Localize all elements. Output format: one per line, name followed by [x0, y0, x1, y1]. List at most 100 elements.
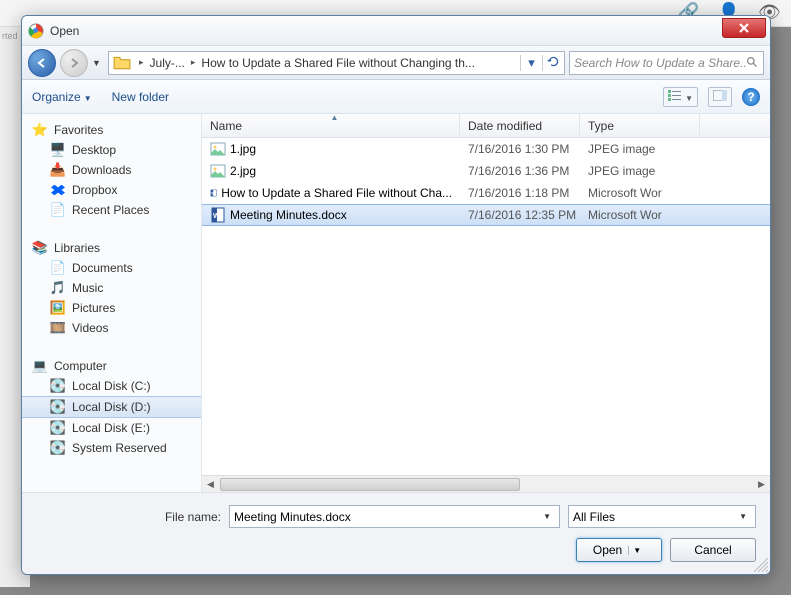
pictures-icon: 🖼️ — [50, 300, 66, 316]
file-row[interactable]: 2.jpg7/16/2016 1:36 PMJPEG image — [202, 160, 770, 182]
file-type-cell: JPEG image — [580, 164, 700, 178]
sidebar-item-videos[interactable]: 🎞️Videos — [22, 318, 201, 338]
sidebar-item-system-reserved[interactable]: 💽System Reserved — [22, 438, 201, 458]
dialog-title: Open — [50, 24, 79, 38]
file-name-cell: 1.jpg — [202, 141, 460, 157]
computer-group[interactable]: 💻 Computer — [22, 356, 201, 376]
arrow-right-icon — [68, 57, 80, 69]
sidebar-item-drive-e[interactable]: 💽Local Disk (E:) — [22, 418, 201, 438]
music-icon: 🎵 — [50, 280, 66, 296]
drive-icon: 💽 — [50, 440, 66, 456]
close-button[interactable] — [722, 18, 766, 38]
file-date-cell: 7/16/2016 1:18 PM — [460, 186, 580, 200]
cancel-button[interactable]: Cancel — [670, 538, 756, 562]
search-input[interactable]: Search How to Update a Share... — [569, 51, 764, 75]
sidebar-item-music[interactable]: 🎵Music — [22, 278, 201, 298]
filename-label: File name: — [36, 510, 221, 524]
scroll-right-button[interactable]: ▶ — [753, 476, 770, 492]
refresh-icon — [547, 55, 560, 68]
sort-ascending-icon: ▲ — [331, 114, 339, 122]
file-row[interactable]: 1.jpg7/16/2016 1:30 PMJPEG image — [202, 138, 770, 160]
sidebar-splitter[interactable] — [197, 114, 201, 492]
titlebar[interactable]: Open — [22, 16, 770, 46]
open-button[interactable]: Open▼ — [576, 538, 662, 562]
file-date-cell: 7/16/2016 1:36 PM — [460, 164, 580, 178]
svg-text:W: W — [211, 191, 214, 195]
sidebar-item-recent[interactable]: 📄Recent Places — [22, 200, 201, 220]
computer-icon: 💻 — [32, 358, 48, 374]
file-list-view: Name ▲ Date modified Type 1.jpg7/16/2016… — [202, 114, 770, 492]
chevron-right-icon[interactable]: ▸ — [135, 57, 148, 68]
sidebar-item-pictures[interactable]: 🖼️Pictures — [22, 298, 201, 318]
sidebar-item-dropbox[interactable]: Dropbox — [22, 180, 201, 200]
sidebar-item-documents[interactable]: 📄Documents — [22, 258, 201, 278]
sidebar-item-downloads[interactable]: 📥Downloads — [22, 160, 201, 180]
chrome-icon — [28, 23, 44, 39]
folder-icon — [113, 54, 131, 72]
scroll-left-button[interactable]: ◀ — [202, 476, 219, 492]
history-dropdown[interactable]: ▼ — [92, 58, 104, 68]
horizontal-scrollbar[interactable]: ◀ ▶ — [202, 475, 770, 492]
file-type-cell: Microsoft Wor — [580, 208, 700, 222]
navigation-tree: ⭐ Favorites 🖥️Desktop 📥Downloads Dropbox… — [22, 114, 202, 492]
libraries-group[interactable]: 📚 Libraries — [22, 238, 201, 258]
command-bar: Organize▼ New folder ▼ ? — [22, 80, 770, 114]
file-name-cell: WHow to Update a Shared File without Cha… — [202, 185, 460, 201]
search-placeholder: Search How to Update a Share... — [574, 56, 746, 70]
file-rows: 1.jpg7/16/2016 1:30 PMJPEG image2.jpg7/1… — [202, 138, 770, 475]
column-date-modified[interactable]: Date modified — [460, 114, 580, 137]
open-split-dropdown[interactable]: ▼ — [628, 546, 645, 555]
favorites-group[interactable]: ⭐ Favorites — [22, 120, 201, 140]
sidebar-item-desktop[interactable]: 🖥️Desktop — [22, 140, 201, 160]
dropbox-icon — [50, 182, 66, 198]
chevron-right-icon[interactable]: ▸ — [187, 57, 200, 68]
file-date-cell: 7/16/2016 1:30 PM — [460, 142, 580, 156]
column-name[interactable]: Name ▲ — [202, 114, 460, 137]
chevron-down-icon: ▼ — [735, 512, 751, 521]
forward-button[interactable] — [60, 49, 88, 77]
file-type-cell: Microsoft Wor — [580, 186, 700, 200]
svg-text:W: W — [213, 213, 220, 220]
file-row[interactable]: WMeeting Minutes.docx7/16/2016 12:35 PMM… — [202, 204, 770, 226]
breadcrumb-segment[interactable]: How to Update a Shared File without Chan… — [199, 56, 477, 70]
view-icon — [668, 90, 682, 101]
drive-icon: 💽 — [50, 420, 66, 436]
view-options-button[interactable]: ▼ — [663, 87, 698, 107]
file-name-cell: 2.jpg — [202, 163, 460, 179]
videos-icon: 🎞️ — [50, 320, 66, 336]
column-type[interactable]: Type — [580, 114, 700, 137]
desktop-icon: 🖥️ — [50, 142, 66, 158]
refresh-button[interactable] — [542, 55, 564, 71]
dialog-footer: File name: ▼ All Files ▼ Open▼ Cancel — [22, 492, 770, 574]
file-name-cell: WMeeting Minutes.docx — [202, 207, 460, 223]
preview-pane-icon — [713, 90, 727, 101]
resize-grip[interactable] — [754, 558, 768, 572]
filetype-filter[interactable]: All Files ▼ — [568, 505, 756, 528]
file-row[interactable]: WHow to Update a Shared File without Cha… — [202, 182, 770, 204]
breadcrumb-dropdown[interactable]: ▾ — [520, 55, 542, 71]
file-type-cell: JPEG image — [580, 142, 700, 156]
libraries-icon: 📚 — [32, 240, 48, 256]
search-icon — [746, 56, 759, 69]
breadcrumb-segment[interactable]: July-... — [148, 56, 187, 70]
drive-icon: 💽 — [50, 399, 66, 415]
downloads-icon: 📥 — [50, 162, 66, 178]
open-file-dialog: Open ▼ ▸ July-... ▸ How to Update a Shar… — [21, 15, 771, 575]
back-button[interactable] — [28, 49, 56, 77]
filename-input[interactable]: ▼ — [229, 505, 560, 528]
new-folder-button[interactable]: New folder — [112, 90, 169, 104]
column-headers: Name ▲ Date modified Type — [202, 114, 770, 138]
navigation-bar: ▼ ▸ July-... ▸ How to Update a Shared Fi… — [22, 46, 770, 80]
filename-dropdown[interactable]: ▼ — [539, 512, 555, 521]
help-button[interactable]: ? — [742, 88, 760, 106]
arrow-left-icon — [36, 57, 48, 69]
scrollbar-thumb[interactable] — [220, 478, 520, 491]
filename-field[interactable] — [234, 510, 539, 524]
preview-pane-button[interactable] — [708, 87, 732, 107]
address-bar[interactable]: ▸ July-... ▸ How to Update a Shared File… — [108, 51, 565, 75]
close-icon — [739, 23, 749, 33]
sidebar-item-drive-d[interactable]: 💽Local Disk (D:) — [22, 396, 201, 418]
organize-menu[interactable]: Organize▼ — [32, 90, 92, 104]
sidebar-item-drive-c[interactable]: 💽Local Disk (C:) — [22, 376, 201, 396]
star-icon: ⭐ — [32, 122, 48, 138]
